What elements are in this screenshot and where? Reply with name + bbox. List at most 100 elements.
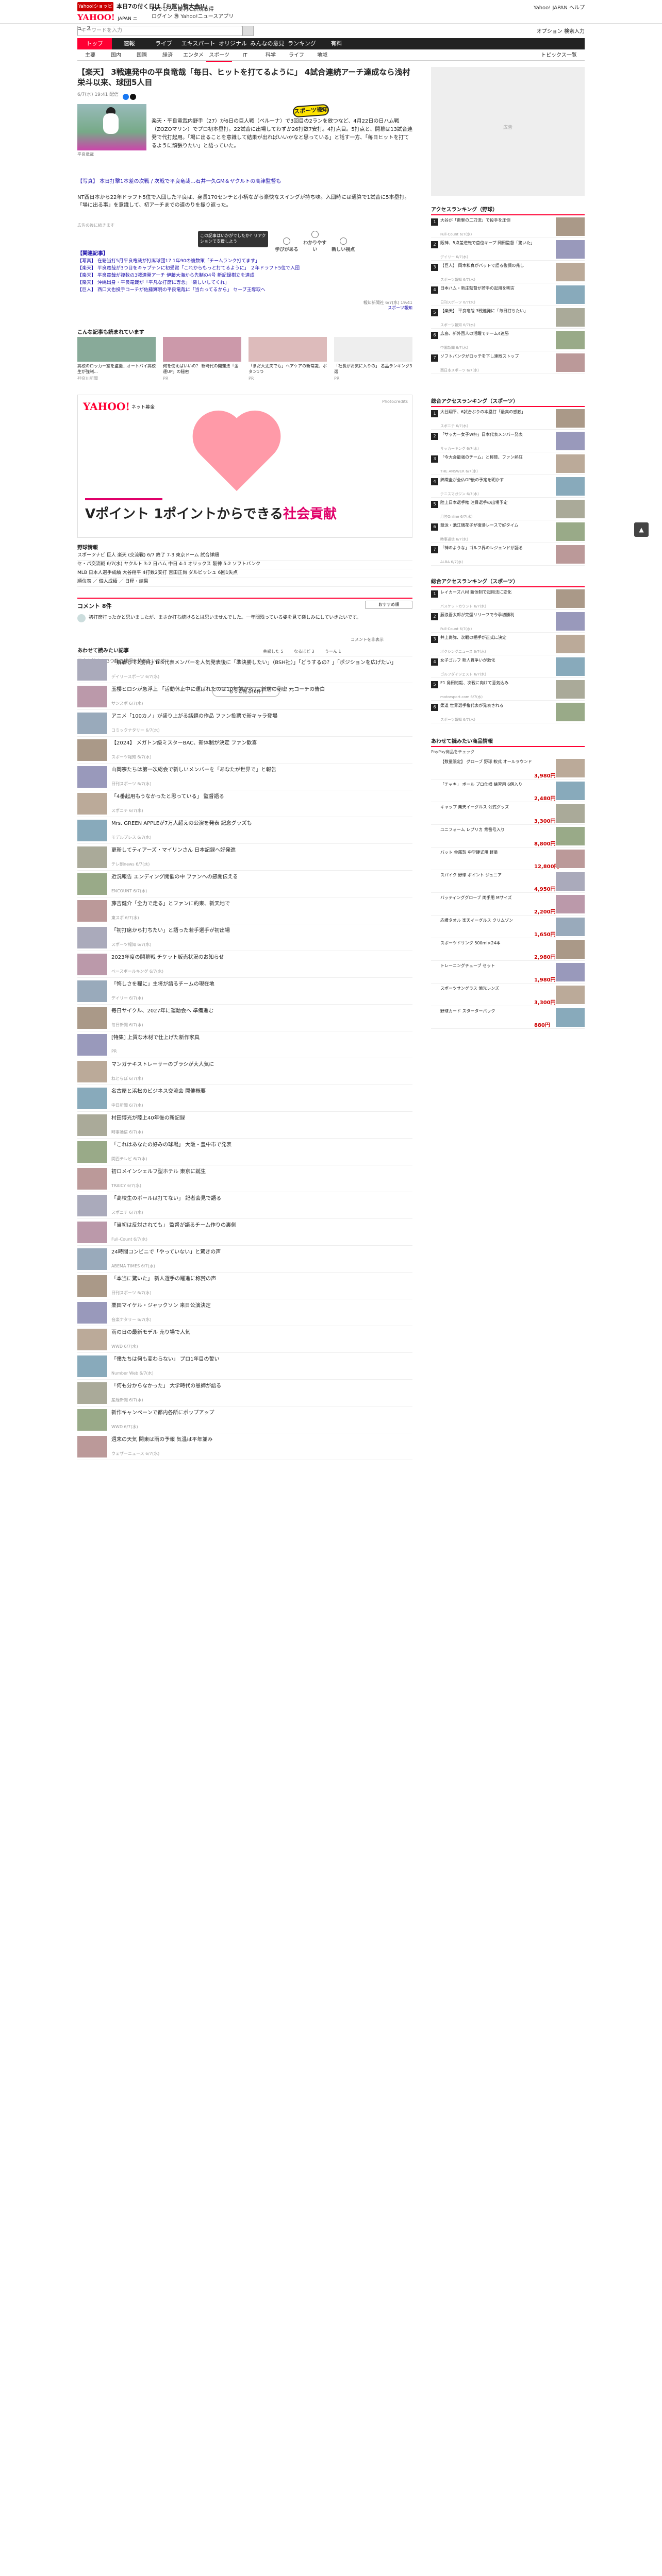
list-item-title[interactable]: 2023年度の開幕戦 チケット販売状況のお知らせ	[111, 954, 410, 961]
ranking-title[interactable]: 大谷翔平、6試合ぶりの本塁打「最高の感触」	[440, 409, 551, 415]
list-item[interactable]: 「何も分からなかった」 大学時代の恩師が語る 産経新聞 6/7(水)	[77, 1380, 412, 1406]
ranking-title[interactable]: 陸上日本選手権 注目選手の出場予定	[440, 500, 551, 505]
nav-item[interactable]: ライブ	[146, 38, 181, 49]
donation-banner-ad[interactable]: YAHOO! ネット募金 Photocredits Vポイント 1ポイントからで…	[77, 395, 412, 538]
list-item[interactable]: 新作キャンペーンで都内各所にポップアップ WWD 6/7(水)	[77, 1406, 412, 1433]
nav-item[interactable]: トップ	[77, 38, 112, 49]
ranking-title[interactable]: 【楽天】 平良竜哉 3戦連発に「毎日打ちたい」	[440, 308, 551, 314]
toplinks[interactable]: IDでもっと便利に新規取得 ログイン ㊚ Yahoo!ニュースアプリ	[152, 6, 234, 21]
ranking-item[interactable]: 5 【楽天】 平良竜哉 3戦連発に「毎日打ちたい」 スポーツ報知 6/7(水)	[431, 306, 585, 329]
shop-title[interactable]: スポーツドリンク 500ml×24本	[440, 940, 551, 946]
list-item[interactable]: 村田博光が陸上40年後の新記録 時事通信 6/7(水)	[77, 1112, 412, 1139]
list-item-title[interactable]: マンガテキストレーサーのブラシが大人気に	[111, 1061, 410, 1069]
list-item[interactable]: 更新してティアーズ・マイリンさん 日本記録へ好発進 テレ朝news 6/7(水)	[77, 844, 412, 871]
comment-sort-select[interactable]: おすすめ順	[365, 601, 412, 609]
shop-item[interactable]: 「チャキ」 ボール プロ仕様 練習用 6個入り 2,480円	[431, 779, 585, 802]
ranking-title[interactable]: 錦織圭が全仏OP後の予定を明かす	[440, 477, 551, 483]
tab-category[interactable]: 主要	[77, 50, 103, 61]
ranking-item[interactable]: 3 【巨人】 岡本和真がバットで語る復調の兆し スポーツ報知 6/7(水)	[431, 261, 585, 283]
list-item[interactable]: 「本当に驚いた」 新人選手の躍進に称賛の声 日刊スポーツ 6/7(水)	[77, 1273, 412, 1299]
list-item[interactable]: 「高校生のボールは打てない」 記者会見で語る スポニチ 6/7(水)	[77, 1192, 412, 1219]
shop-item[interactable]: バッティンググローブ 両手用 Mサイズ 2,200円	[431, 893, 585, 916]
topics-list-link[interactable]: トピックス一覧	[533, 50, 585, 61]
shop-title[interactable]: キャップ 楽天イーグルス 公式グッズ	[440, 804, 551, 810]
rec-card[interactable]: 高校のロッカー室を盗撮…オートバイ高校生が強制… 神奈川新聞	[77, 337, 156, 383]
ranking-item[interactable]: 1 レイカーズ八村 新体制で起用法に変化 バスケットカウント 6/7(水)	[431, 587, 585, 610]
score-row[interactable]: スポーツナビ 巨人 楽天 (交流戦) 6/7 終了 7-3 東京ドーム 試合詳細	[77, 552, 412, 561]
list-item[interactable]: 2023年度の開幕戦 チケット販売状況のお知らせ ベースボールキング 6/7(水)	[77, 951, 412, 978]
ranking-title[interactable]: 柔道 世界選手権代表が発表される	[440, 703, 551, 708]
article-photo[interactable]	[77, 104, 146, 150]
list-item[interactable]: 名古屋と浜松のビジネス交流会 開催概要 中日新聞 6/7(水)	[77, 1085, 412, 1112]
ranking-title[interactable]: 女子ゴルフ 新人賞争いが激化	[440, 657, 551, 663]
list-item-title[interactable]: 「悔しさを糧に」主将が語るチームの現在地	[111, 981, 410, 988]
list-item[interactable]: 「4番起用もうなかったと思っている」 監督語る スポニチ 6/7(水)	[77, 790, 412, 817]
nav-item[interactable]: ランキング	[285, 38, 319, 49]
shop-item[interactable]: 【数量限定】 グローブ 野球 軟式 オールラウンド 3,980円	[431, 757, 585, 779]
ranking-title[interactable]: レイカーズ八村 新体制で起用法に変化	[440, 589, 551, 595]
ranking-title[interactable]: 藤浪晋太郎が完璧リリーフで今季初勝利	[440, 612, 551, 618]
ranking-item[interactable]: 2 藤浪晋太郎が完璧リリーフで今季初勝利 Full-Count 6/7(水)	[431, 610, 585, 633]
list-item-title[interactable]: 「僕たちは何も変わらない」 プロ1年目の誓い	[111, 1356, 410, 1363]
nav-item[interactable]: エキスパート	[181, 38, 216, 49]
list-item-title[interactable]: アニメ「100カノ」が盛り上がる話題の作品 ファン投票で新キャラ登場	[111, 713, 410, 720]
list-item[interactable]: 雨の日の最新モデル 売り場で人気 WWD 6/7(水)	[77, 1326, 412, 1353]
shop-title[interactable]: スポーツサングラス 偏光レンズ	[440, 986, 551, 991]
shop-item[interactable]: 応援タオル 楽天イーグルス クリムゾン 1,650円	[431, 916, 585, 938]
yahoo-logo[interactable]: YAHOO! JAPAN ニュース	[77, 12, 139, 31]
list-item[interactable]: 「当初は反対されても」 監督が語るチーム作りの裏側 Full-Count 6/7(…	[77, 1219, 412, 1246]
search-input[interactable]: キーワードを入力	[77, 26, 242, 36]
list-item-title[interactable]: 更新してティアーズ・マイリンさん 日本記録へ好発進	[111, 847, 410, 854]
ranking-item[interactable]: 4 日本ハム・新庄監督が若手の起用を明言 日刊スポーツ 6/7(水)	[431, 283, 585, 306]
list-item[interactable]: マンガテキストレーサーのブラシが大人気に ねとらぼ 6/7(水)	[77, 1058, 412, 1085]
list-item-title[interactable]: Mrs. GREEN APPLEが7万人超えの公演を発表 記念グッズも	[111, 820, 410, 827]
list-item-title[interactable]: 初ロメインシェルフ型ホテル 東京に誕生	[111, 1168, 410, 1176]
nav-item[interactable]: 有料	[319, 38, 354, 49]
list-item[interactable]: 栗田マイケル・ジャックソン 来日公演決定 音楽ナタリー 6/7(水)	[77, 1299, 412, 1326]
list-item[interactable]: Mrs. GREEN APPLEが7万人超えの公演を発表 記念グッズも モデルプレ…	[77, 817, 412, 844]
shop-title[interactable]: スパイク 野球 ポイント ジュニア	[440, 872, 551, 878]
ranking-title[interactable]: 日本ハム・新庄監督が若手の起用を明言	[440, 285, 551, 291]
list-item-title[interactable]: 「高校生のボールは打てない」 記者会見で語る	[111, 1195, 410, 1202]
ranking-item[interactable]: 5 F1 角田裕毅、次戦に向けて意気込み motorsport.com 6/7(水)	[431, 678, 585, 701]
list-item-title[interactable]: 近況報告 エンディング開催の中 ファンへの感謝伝える	[111, 874, 410, 881]
tab-category[interactable]: 国内	[103, 50, 129, 61]
ranking-title[interactable]: 「神のような」ゴルフ界のレジェンドが語る	[440, 545, 551, 551]
rec-card[interactable]: 「まだ大丈夫でも」ヘアケアの新常識、ボタン1つ PR	[249, 337, 327, 383]
ranking-item[interactable]: 2 阪神、5点差逆転で首位キープ 岡田監督「驚いた」 デイリー 6/7(水)	[431, 238, 585, 261]
ranking-item[interactable]: 5 陸上日本選手権 注目選手の出場予定 月陸Online 6/7(水)	[431, 498, 585, 520]
related-link[interactable]: 【写真】 在籍当打5月平良竜哉が打席球団17 1年90の複数策「チームランク打て…	[77, 258, 412, 265]
ranking-item[interactable]: 1 大谷翔平、6試合ぶりの本塁打「最高の感触」 スポニチ 6/7(水)	[431, 407, 585, 430]
tab-category[interactable]: 地域	[309, 50, 335, 61]
shop-title[interactable]: ユニフォーム レプリカ 背番号入り	[440, 827, 551, 833]
list-item-title[interactable]: 毎日サイクル、2027年に運動会へ 準備進む	[111, 1008, 410, 1015]
list-item[interactable]: 山岡宗たちは第一次総会で新しいメンバーを「あなたが世界で」と報告 日刊スポーツ 6…	[77, 764, 412, 790]
ranking-item[interactable]: 7 ソフトバンクがロッテを下し連敗ストップ 西日本スポーツ 6/7(水)	[431, 351, 585, 374]
hide-comments-toggle[interactable]: コメントを非表示	[351, 637, 384, 642]
ranking-title[interactable]: ソフトバンクがロッテを下し連敗ストップ	[440, 353, 551, 359]
shop-item[interactable]: ユニフォーム レプリカ 背番号入り 8,800円	[431, 825, 585, 848]
list-item-title[interactable]: 「4番起用もうなかったと思っている」 監督語る	[111, 793, 410, 801]
list-item-title[interactable]: 名古屋と浜松のビジネス交流会 開催概要	[111, 1088, 410, 1095]
list-item-title[interactable]: 雨の日の最新モデル 売り場で人気	[111, 1329, 410, 1336]
rec-card[interactable]: 「社長がお気に入りの」 名品ランキング3選 PR	[334, 337, 412, 383]
ranking-item[interactable]: 3 井上尚弥、次戦の相手が正式に決定 ボクシングニュース 6/7(水)	[431, 633, 585, 655]
ranking-item[interactable]: 6 柔道 世界選手権代表が発表される スポーツ報知 6/7(水)	[431, 701, 585, 723]
shop-title[interactable]: 応援タオル 楽天イーグルス クリムゾン	[440, 918, 551, 923]
list-item-title[interactable]: 「これはあなたの好みの球場」 大阪・豊中市で発表	[111, 1142, 410, 1149]
tab-category[interactable]: 経済	[155, 50, 180, 61]
list-item-title[interactable]: 「本当に驚いた」 新人選手の躍進に称賛の声	[111, 1276, 410, 1283]
related-link[interactable]: 【楽天】 平良竜哉が複数の3戦連発アーチ 伊藤大海から先制の4号 新記録樹立を達…	[77, 272, 412, 279]
ranking-item[interactable]: 4 錦織圭が全仏OP後の予定を明かす テニスマガジン 6/7(水)	[431, 475, 585, 498]
topright-links[interactable]: Yahoo! JAPAN ヘルプ	[534, 3, 585, 11]
score-row[interactable]: セ・パ交流戦 6/7(水) ヤクルト 3-2 日ハム 中日 4-1 オリックス …	[77, 561, 412, 569]
list-item-title[interactable]: 「当初は反対されても」 監督が語るチーム作りの裏側	[111, 1222, 410, 1229]
list-item-title[interactable]: 週末の天気 関東は雨の予報 気温は平年並み	[111, 1436, 410, 1444]
ranking-item[interactable]: 2 「サッカー女子W杯」日本代表メンバー発表 サッカーキング 6/7(水)	[431, 430, 585, 452]
ranking-title[interactable]: 阪神、5点差逆転で首位キープ 岡田監督「驚いた」	[440, 240, 551, 246]
list-item[interactable]: 「僕たちは何も変わらない」 プロ1年目の誓い Number Web 6/7(水)	[77, 1353, 412, 1380]
ranking-title[interactable]: 井上尚弥、次戦の相手が正式に決定	[440, 635, 551, 640]
score-row[interactable]: MLB 日本人選手成績 大谷翔平 4打数2安打 吉田正尚 ダルビッシュ 6回1失…	[77, 569, 412, 578]
tab-category[interactable]: ライフ	[284, 50, 309, 61]
score-row[interactable]: 順位表 ／ 個人成績 ／ 日程・結果	[77, 578, 412, 587]
